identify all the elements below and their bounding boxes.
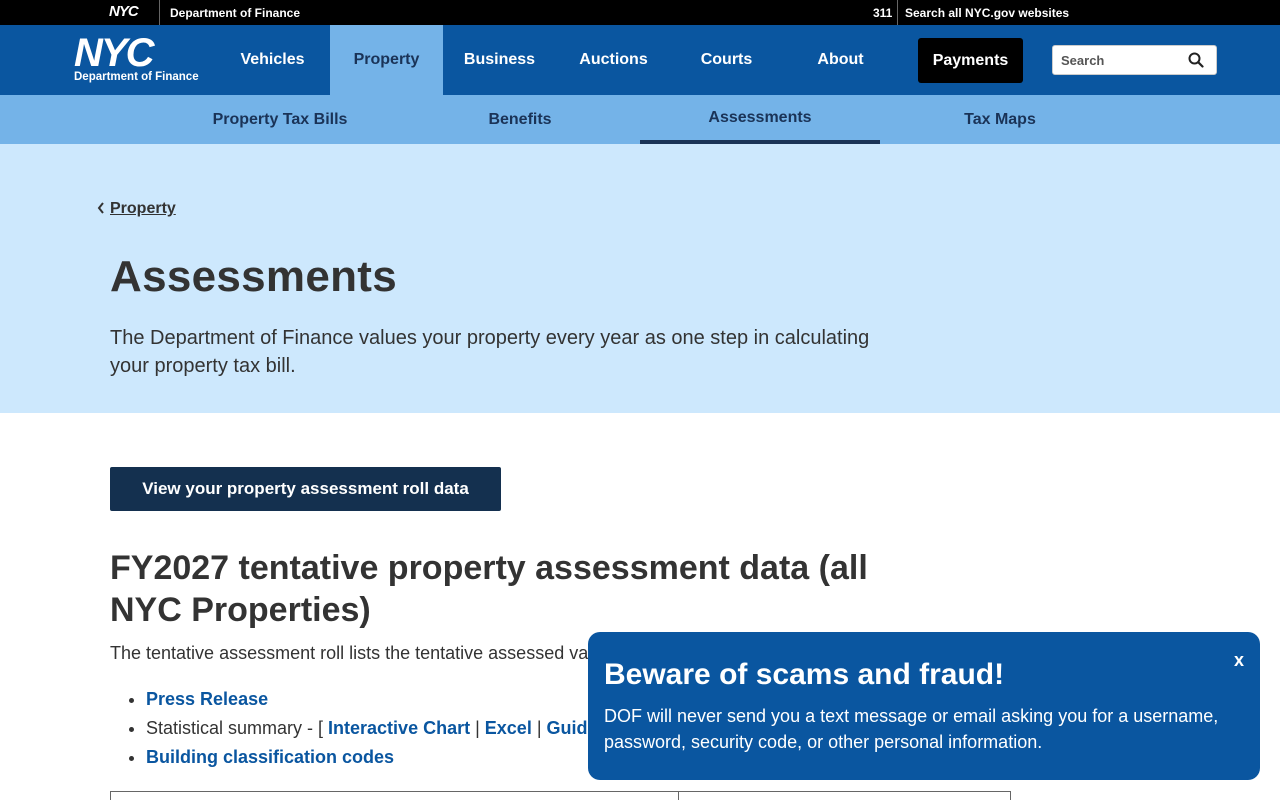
nav-item-about[interactable]: About bbox=[784, 25, 897, 95]
subnav-item-benefits[interactable]: Benefits bbox=[400, 95, 640, 144]
search-input[interactable] bbox=[1053, 46, 1183, 74]
subnav-item-property-tax-bills[interactable]: Property Tax Bills bbox=[160, 95, 400, 144]
link-311[interactable]: 311 bbox=[873, 6, 892, 20]
statistical-summary-label: Statistical summary - [ bbox=[146, 718, 329, 738]
sub-nav: Property Tax Bills Benefits Assessments … bbox=[0, 95, 1280, 144]
page-description: The Department of Finance values your pr… bbox=[110, 327, 870, 377]
subnav-item-assessments[interactable]: Assessments bbox=[640, 95, 880, 144]
nav-item-business[interactable]: Business bbox=[443, 25, 556, 95]
list-item: Statistical summary - [ Interactive Char… bbox=[146, 716, 588, 745]
breadcrumb: Property bbox=[97, 200, 176, 218]
logo-nyc-text: NYC bbox=[74, 31, 154, 75]
page-title: Assessments bbox=[110, 252, 398, 301]
data-table bbox=[110, 791, 1011, 800]
divider bbox=[159, 0, 160, 25]
guide-link[interactable]: Guid bbox=[547, 718, 588, 738]
scam-alert-popup: Beware of scams and fraud! DOF will neve… bbox=[588, 632, 1260, 780]
view-assessment-roll-button[interactable]: View your property assessment roll data bbox=[110, 467, 501, 511]
alert-message: DOF will never send you a text message o… bbox=[604, 706, 1219, 752]
nav-item-property[interactable]: Property bbox=[330, 25, 443, 95]
search-box bbox=[1052, 45, 1217, 75]
nav-item-vehicles[interactable]: Vehicles bbox=[216, 25, 329, 95]
search-icon[interactable] bbox=[1188, 52, 1204, 73]
main-nav: NYC Department of Finance Vehicles Prope… bbox=[0, 25, 1280, 95]
press-release-link[interactable]: Press Release bbox=[146, 689, 268, 709]
separator: | bbox=[531, 718, 547, 738]
subnav-item-tax-maps[interactable]: Tax Maps bbox=[880, 95, 1120, 144]
list-item: Building classification codes bbox=[146, 745, 588, 774]
separator: | bbox=[470, 718, 485, 738]
department-label: Department of Finance bbox=[170, 6, 301, 20]
logo-subtitle: Department of Finance bbox=[74, 71, 199, 83]
nyc-mini-logo[interactable]: NYC bbox=[109, 3, 139, 20]
building-classification-codes-link[interactable]: Building classification codes bbox=[146, 747, 394, 767]
interactive-chart-link[interactable]: Interactive Chart bbox=[328, 718, 470, 738]
nav-item-auctions[interactable]: Auctions bbox=[557, 25, 670, 95]
table-column-divider bbox=[678, 792, 679, 800]
section-heading: FY2027 tentative property assessment dat… bbox=[110, 549, 868, 629]
chevron-left-icon bbox=[97, 201, 105, 217]
divider bbox=[897, 0, 898, 25]
nyc-dof-logo[interactable]: NYC Department of Finance bbox=[74, 33, 199, 84]
close-alert-button[interactable]: x bbox=[1234, 650, 1244, 671]
resource-list: Press Release Statistical summary - [ In… bbox=[146, 687, 588, 774]
nav-item-courts[interactable]: Courts bbox=[670, 25, 783, 95]
alert-title: Beware of scams and fraud! bbox=[604, 658, 1005, 691]
search-all-link[interactable]: Search all NYC.gov websites bbox=[905, 6, 1069, 20]
section-description: The tentative assessment roll lists the … bbox=[110, 643, 589, 663]
hero-section: Property Assessments The Department of F… bbox=[0, 144, 1280, 413]
excel-link[interactable]: Excel bbox=[485, 718, 532, 738]
top-bar: NYC Department of Finance 311 Search all… bbox=[0, 0, 1280, 25]
list-item: Press Release bbox=[146, 687, 588, 716]
breadcrumb-link-property[interactable]: Property bbox=[110, 200, 176, 218]
payments-button[interactable]: Payments bbox=[918, 38, 1023, 83]
